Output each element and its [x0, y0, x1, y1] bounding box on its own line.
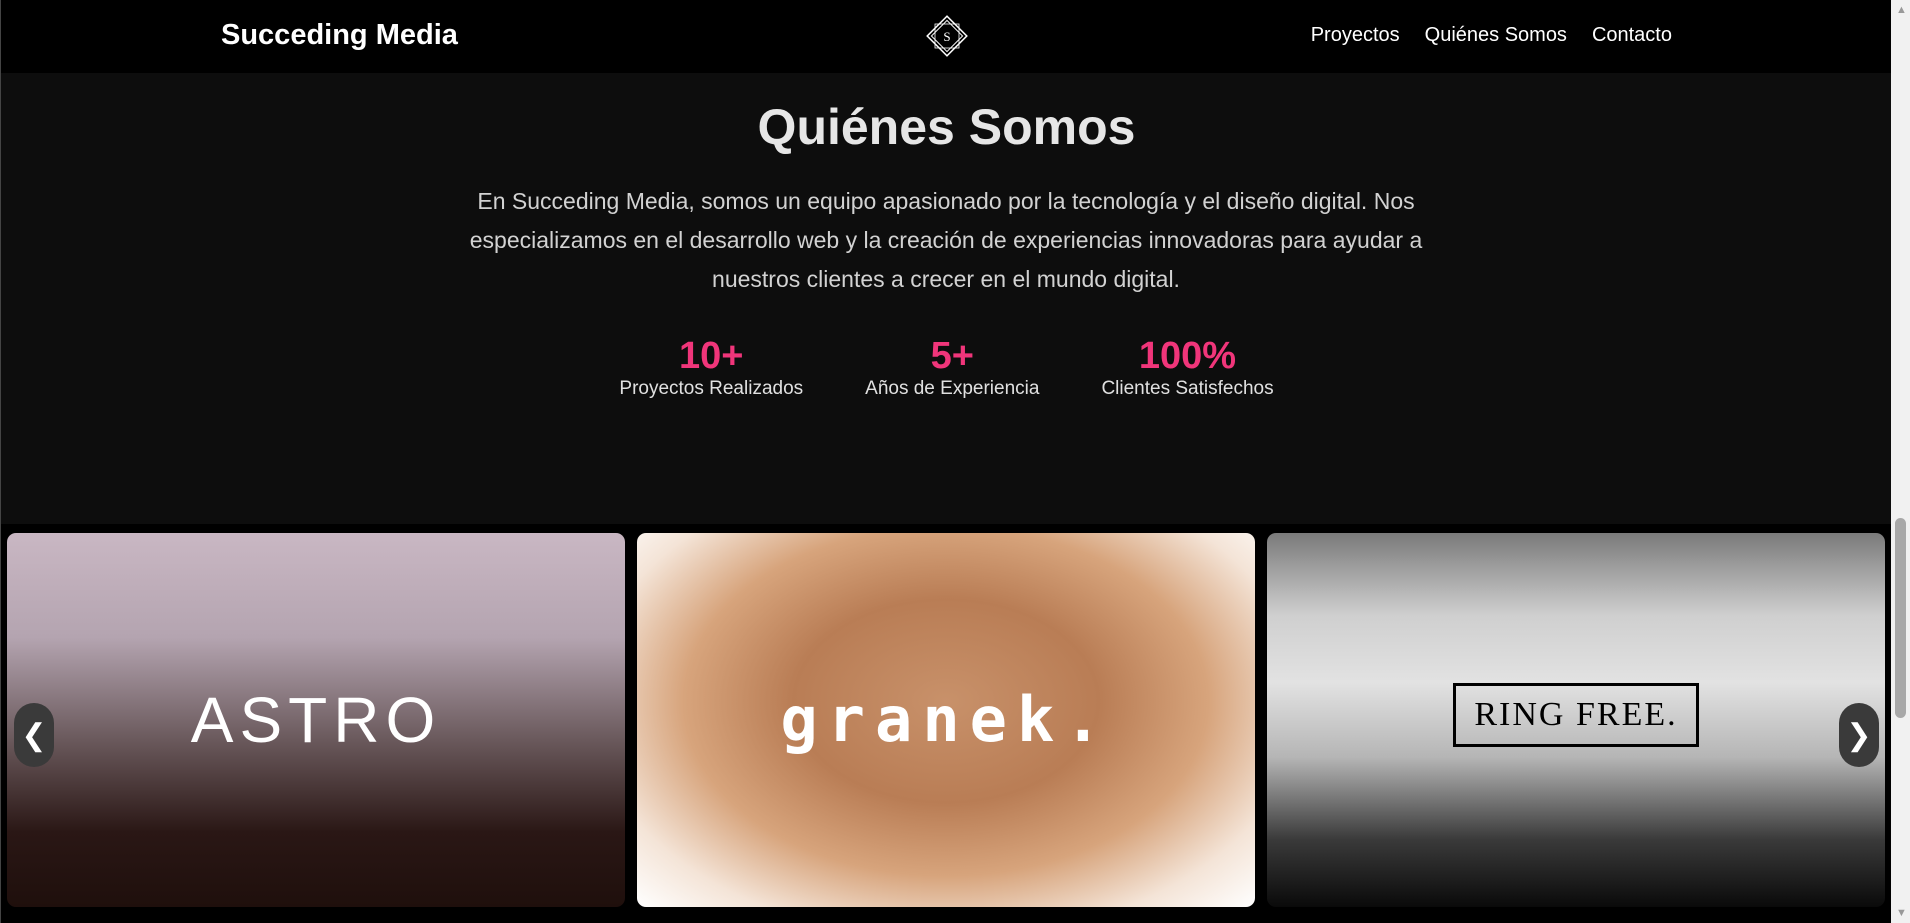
carousel-prev-button[interactable]: ❮	[14, 703, 54, 767]
section-title: Quiénes Somos	[757, 99, 1136, 155]
stat-value: 100%	[1138, 335, 1237, 377]
main-nav: Proyectos Quiénes Somos Contacto	[1311, 24, 1672, 47]
nav-link-contacto[interactable]: Contacto	[1592, 24, 1672, 47]
scroll-up-arrow-icon[interactable]: ▲	[1896, 4, 1907, 16]
granek-logo: granek.	[780, 683, 1112, 756]
nav-link-proyectos[interactable]: Proyectos	[1311, 24, 1400, 47]
brand-name[interactable]: Succeding Media	[221, 19, 458, 52]
logo-letter: S	[943, 29, 950, 44]
chevron-right-icon: ❯	[1846, 718, 1872, 752]
navbar: Succeding Media S Proyectos Quiénes Somo…	[1, 0, 1892, 73]
stat-clients: 100% Clientes Satisfechos	[1101, 336, 1273, 400]
page: Succeding Media S Proyectos Quiénes Somo…	[0, 0, 1892, 923]
project-carousel: ASTRO granek. RING FREE.	[1, 524, 1892, 923]
about-description: En Succeding Media, somos un equipo apas…	[469, 188, 1423, 292]
stat-label: Clientes Satisfechos	[1101, 378, 1274, 399]
scroll-down-arrow-icon[interactable]: ▼	[1896, 907, 1907, 919]
ring-free-logo: RING FREE.	[1267, 683, 1885, 747]
scrollbar-thumb[interactable]	[1895, 518, 1906, 718]
stat-value: 5+	[930, 335, 974, 377]
diamond-logo-icon[interactable]: S	[922, 11, 972, 61]
stats-row: 10+ Proyectos Realizados 5+ Años de Expe…	[1, 336, 1892, 400]
nav-link-quienes-somos[interactable]: Quiénes Somos	[1425, 24, 1567, 47]
stat-years: 5+ Años de Experiencia	[865, 336, 1039, 400]
project-card-ring-free[interactable]: RING FREE.	[1267, 533, 1885, 907]
carousel-next-button[interactable]: ❯	[1839, 703, 1879, 767]
project-card-granek[interactable]: granek.	[637, 533, 1255, 907]
chevron-left-icon: ❮	[21, 718, 47, 752]
stat-label: Años de Experiencia	[865, 378, 1040, 399]
vertical-scrollbar[interactable]: ▲ ▼	[1891, 0, 1910, 923]
stat-projects: 10+ Proyectos Realizados	[619, 336, 803, 400]
ring-free-logo-text: RING FREE.	[1453, 683, 1699, 747]
stat-value: 10+	[679, 335, 744, 377]
project-card-astro[interactable]: ASTRO	[7, 533, 625, 907]
astro-logo: ASTRO	[190, 684, 442, 756]
stat-label: Proyectos Realizados	[619, 378, 804, 399]
